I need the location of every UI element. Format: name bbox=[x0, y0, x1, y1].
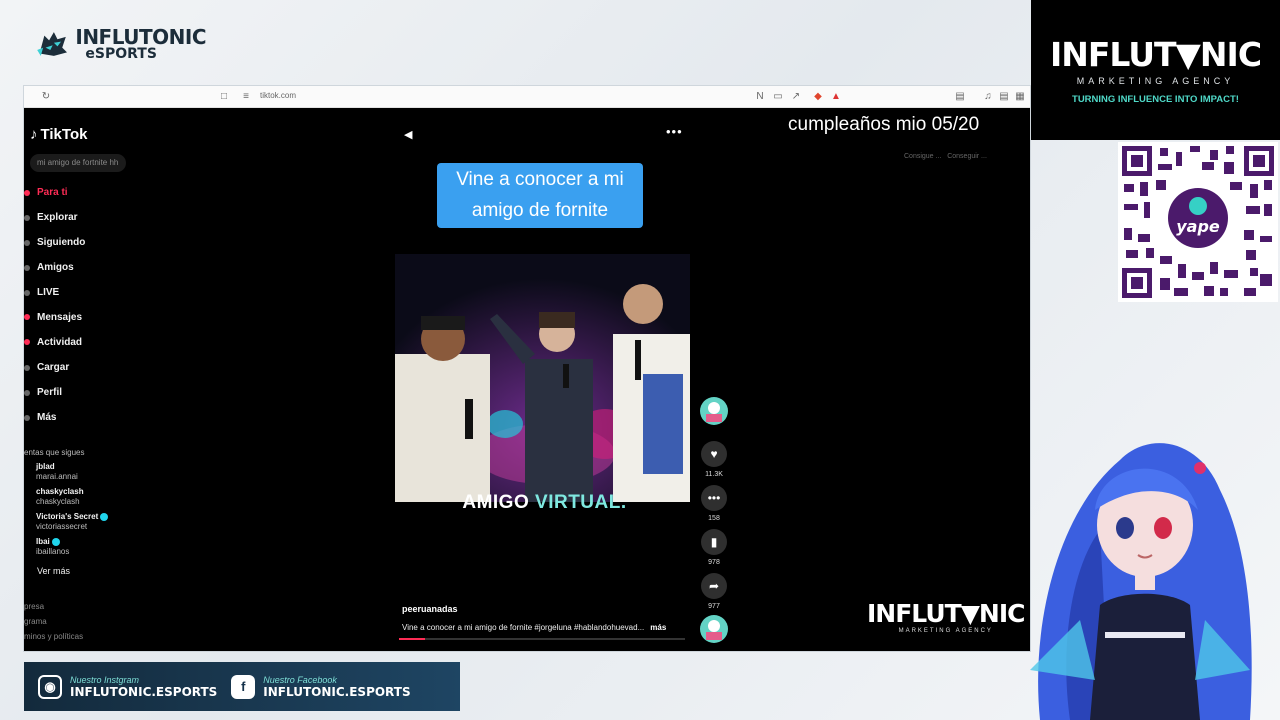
like-count: 11.3K bbox=[705, 471, 723, 478]
following-account[interactable]: jblad marai.annai bbox=[36, 462, 78, 482]
video-author[interactable]: peeruanadas bbox=[402, 604, 458, 614]
creator-avatar[interactable] bbox=[700, 397, 728, 425]
following-accounts-header: entas que sigues bbox=[24, 448, 85, 457]
tiktok-page: ♪ TikTok mi amigo de fortnite hh Para ti… bbox=[24, 108, 1030, 651]
comment-count: 158 bbox=[708, 515, 720, 522]
friends-icon bbox=[24, 265, 30, 271]
nav-mensajes[interactable]: Mensajes bbox=[37, 312, 82, 323]
caption-line-2: amigo de fornite bbox=[471, 200, 609, 221]
following-icon bbox=[24, 240, 30, 246]
agency-logo-panel: INFLUT▼NIC MARKETING AGENCY TURNING INFL… bbox=[1031, 0, 1280, 140]
nav-perfil[interactable]: Perfil bbox=[37, 387, 62, 398]
bookmark-icon[interactable]: □ bbox=[218, 91, 230, 103]
nav-amigos[interactable]: Amigos bbox=[37, 262, 74, 273]
nav-cargar[interactable]: Cargar bbox=[37, 362, 69, 373]
facebook-icon: f bbox=[231, 674, 256, 699]
verified-badge-icon bbox=[51, 537, 60, 546]
following-account[interactable]: Victoria's Secret victoriassecret bbox=[36, 512, 109, 532]
sound-avatar[interactable] bbox=[700, 615, 728, 643]
nav-actividad[interactable]: Actividad bbox=[37, 337, 82, 348]
reading-list-icon[interactable]: ▤ bbox=[998, 91, 1010, 103]
tiktok-logo[interactable]: ♪ TikTok bbox=[30, 126, 87, 143]
video-progress-fill bbox=[399, 638, 425, 640]
video-scene-image bbox=[395, 254, 690, 502]
share-icon[interactable]: ↗ bbox=[790, 91, 802, 103]
video-frame[interactable] bbox=[395, 254, 690, 502]
yape-qr-code: yape bbox=[1118, 142, 1278, 302]
video-overlay-text: AMIGO VIRTUAL. bbox=[462, 492, 627, 513]
profile-icon bbox=[24, 390, 30, 396]
activity-icon bbox=[24, 339, 30, 345]
tiktok-logo-text: TikTok bbox=[40, 126, 88, 143]
footer-link[interactable]: minos y políticas bbox=[24, 632, 83, 641]
rewards-icon[interactable]: ▲ bbox=[830, 91, 842, 103]
browser-window: ↻ □ ≡ tiktok.com N ▭ ↗ ◆ ▲ ▤ ♫ ▤ ▦ ♪ Tik… bbox=[23, 85, 1031, 652]
more-options-icon[interactable]: ••• bbox=[666, 124, 683, 139]
browser-toolbar: ↻ □ ≡ tiktok.com N ▭ ↗ ◆ ▲ ▤ ♫ ▤ ▦ bbox=[24, 86, 1030, 108]
nav-explorar[interactable]: Explorar bbox=[37, 212, 78, 223]
save-button[interactable]: ▮ bbox=[701, 529, 727, 555]
agency-subtitle: MARKETING AGENCY bbox=[1076, 76, 1235, 86]
like-button[interactable]: ♥ bbox=[701, 441, 727, 467]
following-account[interactable]: chaskyclash chaskyclash bbox=[36, 487, 84, 507]
following-account[interactable]: Ibai ibaillanos bbox=[36, 537, 69, 557]
share-arrow-icon: ➦ bbox=[708, 579, 720, 593]
get-app-labels[interactable]: Consigue ... Conseguir ... bbox=[904, 153, 987, 160]
verified-badge-icon bbox=[100, 512, 109, 521]
wolf-mascot-icon bbox=[37, 32, 67, 56]
socials-banner: ◉ Nuestro Instgram INFLUTONIC.ESPORTS f … bbox=[24, 662, 460, 711]
instagram-icon: ◉ bbox=[38, 674, 62, 699]
translate-icon[interactable]: N bbox=[754, 91, 766, 103]
vtuber-avatar-image bbox=[1030, 443, 1252, 720]
sidebar-icon[interactable]: ▤ bbox=[954, 91, 966, 103]
home-icon bbox=[24, 190, 30, 196]
tab-icon[interactable]: ▦ bbox=[1014, 91, 1026, 103]
bookmark-icon: ▮ bbox=[710, 535, 718, 549]
site-settings-icon[interactable]: ≡ bbox=[240, 91, 252, 103]
video-progress-bar[interactable] bbox=[399, 638, 685, 640]
agency-name: INFLUT▼NIC bbox=[1049, 35, 1262, 74]
nav-siguiendo[interactable]: Siguiendo bbox=[37, 237, 85, 248]
qr-yape-text: yape bbox=[1176, 217, 1220, 236]
instagram-promo[interactable]: ◉ Nuestro Instgram INFLUTONIC.ESPORTS bbox=[38, 674, 217, 699]
nav-mas[interactable]: Más bbox=[37, 412, 56, 423]
footer-link[interactable]: presa bbox=[24, 602, 44, 611]
share-count: 977 bbox=[708, 603, 720, 610]
caption-line-1: Vine a conocer a mi bbox=[456, 169, 624, 190]
nav-para-ti[interactable]: Para ti bbox=[37, 187, 68, 198]
save-count: 978 bbox=[708, 559, 720, 566]
qr-code-icon: yape bbox=[1120, 144, 1276, 300]
see-more-link[interactable]: Ver más bbox=[37, 566, 70, 576]
video-description: Vine a conocer a mi amigo de fornite #jo… bbox=[402, 623, 667, 632]
comment-icon: ••• bbox=[707, 491, 721, 505]
reload-icon[interactable]: ↻ bbox=[40, 91, 52, 103]
search-input[interactable]: mi amigo de fortnite hh bbox=[30, 154, 126, 172]
brand-name: INFLUTONIC bbox=[75, 25, 206, 49]
cast-icon[interactable]: ▭ bbox=[772, 91, 784, 103]
upload-icon bbox=[24, 365, 30, 371]
messages-icon bbox=[24, 314, 30, 320]
birthday-overlay-text: cumpleaños mio 05/20 bbox=[788, 114, 980, 135]
video-caption-banner: Vine a conocer a mi amigo de fornite bbox=[437, 163, 643, 228]
live-icon bbox=[24, 290, 30, 296]
facebook-promo[interactable]: f Nuestro Facebook INFLUTONIC.ESPORTS bbox=[231, 674, 411, 699]
volume-icon[interactable]: ◀ bbox=[404, 128, 412, 141]
comment-button[interactable]: ••• bbox=[701, 485, 727, 511]
agency-tagline: TURNING INFLUENCE INTO IMPACT! bbox=[1072, 94, 1239, 105]
inflotonic-esports-logo: INFLUTONIC eSPORTS bbox=[36, 20, 206, 68]
brand-sub: eSPORTS bbox=[85, 46, 157, 62]
brave-shield-icon[interactable]: ◆ bbox=[812, 91, 824, 103]
nav-live[interactable]: LIVE bbox=[37, 287, 59, 298]
share-button[interactable]: ➦ bbox=[701, 573, 727, 599]
heart-icon: ♥ bbox=[710, 447, 718, 461]
more-description-button[interactable]: más bbox=[650, 623, 666, 632]
more-menu-icon bbox=[24, 415, 30, 421]
media-icon[interactable]: ♫ bbox=[982, 91, 994, 103]
address-bar[interactable]: tiktok.com bbox=[260, 91, 296, 100]
footer-link[interactable]: grama bbox=[24, 617, 47, 626]
explore-icon bbox=[24, 215, 30, 221]
tiktok-note-icon: ♪ bbox=[30, 126, 38, 143]
